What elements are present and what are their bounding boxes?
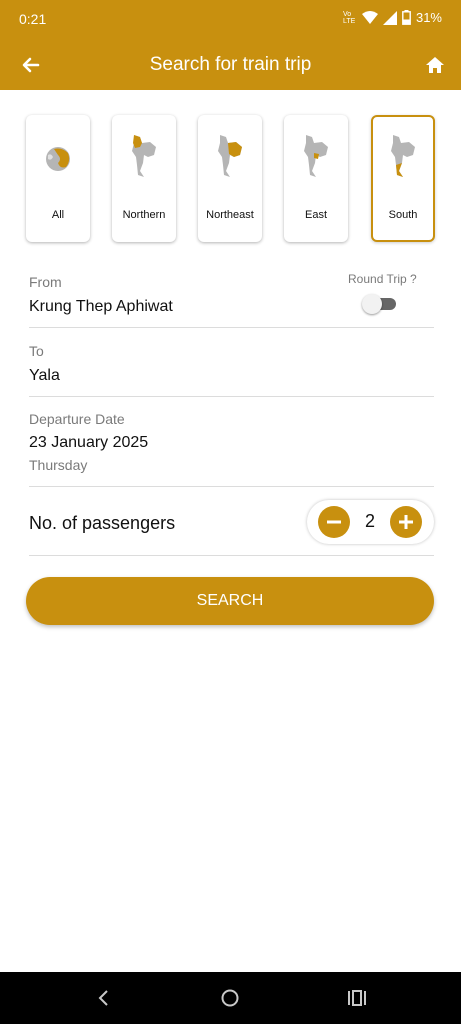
thailand-northeast-map-icon [218, 135, 242, 177]
thailand-east-map-icon [304, 135, 328, 177]
region-label: East [304, 209, 327, 221]
nav-home-icon[interactable] [220, 988, 240, 1008]
status-icons: Vo LTE 31% [343, 10, 442, 25]
page-title: Search for train trip [149, 54, 312, 75]
region-card-south[interactable]: South [371, 115, 435, 242]
region-card-east[interactable]: East [284, 115, 348, 242]
divider [29, 486, 434, 487]
battery-icon [402, 10, 411, 25]
region-label: South [388, 209, 418, 221]
passenger-stepper: 2 [307, 500, 434, 544]
decrement-button[interactable] [318, 506, 350, 538]
system-nav-bar [0, 972, 461, 1024]
region-card-northeast[interactable]: Northeast [198, 115, 262, 242]
thailand-south-map-icon [391, 135, 415, 177]
departure-weekday: Thursday [29, 457, 88, 473]
search-button[interactable]: SEARCH [26, 577, 434, 625]
plus-icon [399, 515, 413, 529]
increment-button[interactable] [390, 506, 422, 538]
toggle-knob [362, 294, 382, 314]
region-selector: All Northern Northeast East South [25, 114, 437, 244]
region-label: Northeast [206, 209, 254, 221]
region-card-all[interactable]: All [26, 115, 90, 242]
status-time: 0:21 [19, 11, 47, 27]
region-label: All [51, 209, 65, 221]
departure-date-field[interactable]: 23 January 2025 [29, 434, 148, 452]
divider [29, 555, 434, 556]
round-trip-label: Round Trip ? [348, 272, 417, 286]
network-label: Vo LTE [342, 10, 356, 25]
passengers-label: No. of passengers [29, 513, 176, 533]
to-label: To [29, 343, 44, 359]
region-card-northern[interactable]: Northern [112, 115, 176, 242]
minus-icon [327, 520, 341, 524]
passenger-count: 2 [364, 511, 375, 531]
divider [29, 327, 434, 328]
globe-icon [46, 147, 70, 171]
app-bar: Search for train trip [0, 40, 461, 90]
status-bar: 0:21 Vo LTE 31% [0, 0, 461, 40]
battery-level: 31% [415, 10, 442, 25]
from-field[interactable]: Krung Thep Aphiwat [29, 298, 173, 316]
nav-back-icon[interactable] [96, 989, 110, 1007]
thailand-north-map-icon [132, 135, 156, 177]
region-label: Northern [122, 209, 166, 221]
round-trip-toggle[interactable] [362, 294, 398, 314]
home-icon[interactable] [425, 55, 445, 75]
divider [29, 396, 434, 397]
signal-icon [382, 10, 397, 25]
nav-recents-icon[interactable] [347, 989, 367, 1007]
from-label: From [29, 274, 62, 290]
wifi-icon [361, 10, 378, 24]
departure-date-label: Departure Date [29, 411, 125, 427]
to-field[interactable]: Yala [29, 367, 60, 385]
